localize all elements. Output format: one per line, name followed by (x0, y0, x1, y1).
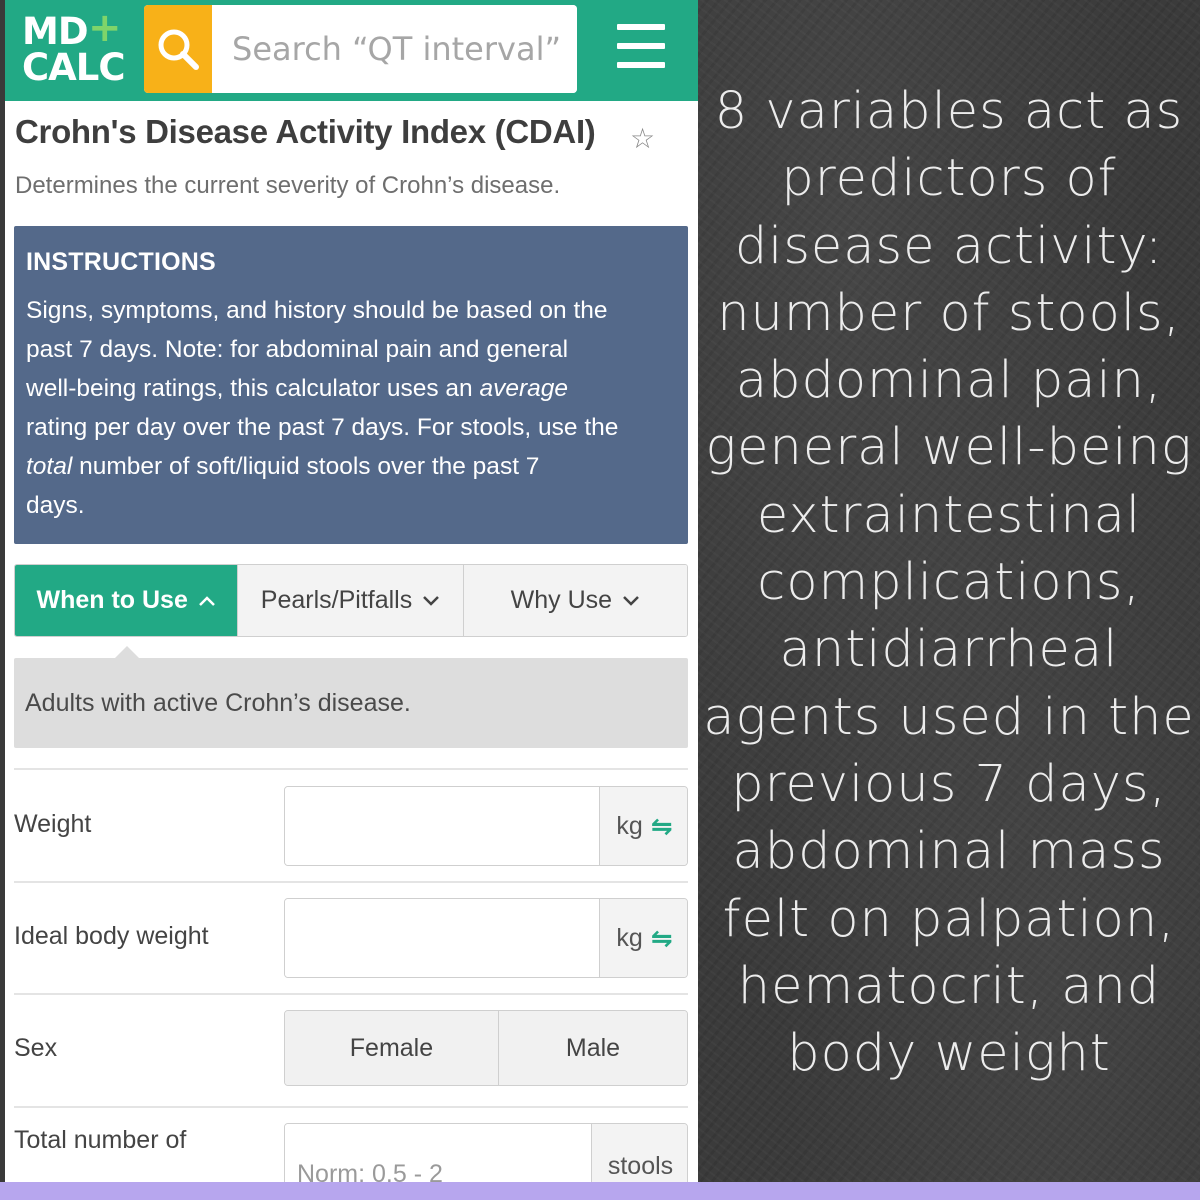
instructions-box: INSTRUCTIONS Signs, symptoms, and histor… (14, 226, 688, 544)
info-tabs: When to Use Pearls/Pitfalls Why Use (14, 564, 688, 637)
sex-selector: Female Male (284, 1010, 688, 1086)
chalkboard-line: general well-being (705, 418, 1193, 478)
unit-label: kg (616, 811, 643, 840)
search-box (144, 5, 577, 93)
search-input[interactable] (212, 5, 577, 93)
chevron-up-icon (198, 595, 215, 606)
divider (14, 768, 688, 770)
swap-units-icon: ⇋ (650, 810, 673, 841)
chalkboard-line: abdominal mass (732, 822, 1166, 882)
page-subtitle: Determines the current severity of Crohn… (15, 172, 561, 199)
instructions-text-part: well-being ratings, this calculator uses… (26, 375, 480, 402)
bottom-strip (0, 1182, 1200, 1200)
tab-pearls-pitfalls[interactable]: Pearls/Pitfalls (238, 565, 464, 636)
search-button[interactable] (144, 5, 212, 93)
swap-units-icon: ⇋ (650, 922, 673, 953)
chalkboard-line: antidiarrheal (779, 620, 1119, 680)
chalkboard-line: number of stools, (717, 283, 1181, 343)
chalkboard-line: previous 7 days, (731, 754, 1167, 814)
logo-plus-icon: + (88, 5, 122, 51)
instructions-text: Signs, symptoms, and history should be b… (26, 291, 676, 525)
logo-line-calc: CALC (22, 46, 126, 89)
chalkboard-line: body weight (787, 1024, 1111, 1084)
menu-bar (617, 43, 665, 49)
when-to-use-panel: Adults with active Crohn’s disease. (14, 658, 688, 748)
weight-unit-toggle[interactable]: kg ⇋ (599, 787, 687, 865)
menu-bar (617, 24, 665, 30)
divider (14, 881, 688, 883)
instructions-line: total number of soft/liquid stools over … (26, 447, 676, 486)
chalkboard-line: complications, (757, 553, 1141, 613)
chalkboard-line: hematocrit, and (737, 956, 1161, 1016)
instructions-line: Signs, symptoms, and history should be b… (26, 297, 608, 324)
tab-label: Pearls/Pitfalls (260, 586, 413, 614)
when-to-use-text: Adults with active Crohn’s disease. (25, 688, 411, 717)
sex-female-button[interactable]: Female (285, 1011, 499, 1085)
mdcalc-logo[interactable]: MD + CALC (22, 8, 126, 89)
mdcalc-app-panel: MD + CALC Crohn's Disease Activity Index… (5, 0, 698, 1182)
chalkboard-text: 8 variables act as predictors of disease… (698, 78, 1200, 1087)
chalkboard-line: agents used in the (703, 687, 1195, 747)
menu-bar (617, 62, 665, 68)
instructions-emphasis-average: average (479, 375, 569, 402)
chalkboard-line: abdominal pain, (735, 351, 1163, 411)
instructions-line: rating per day over the past 7 days. For… (26, 414, 619, 441)
stools-field: stools (284, 1123, 688, 1182)
stools-label: Total number of (14, 1126, 187, 1154)
weight-field: kg ⇋ (284, 786, 688, 866)
instructions-line: past 7 days. Note: for abdominal pain an… (26, 336, 569, 363)
weight-input[interactable] (285, 787, 599, 865)
page-title: Crohn's Disease Activity Index (CDAI) (15, 113, 596, 150)
chalkboard-line: felt on palpation, (722, 889, 1176, 949)
stools-input[interactable] (285, 1124, 591, 1182)
tab-pointer (115, 646, 139, 658)
ideal-weight-unit-toggle[interactable]: kg ⇋ (599, 899, 687, 977)
ideal-body-weight-field: kg ⇋ (284, 898, 688, 978)
hamburger-menu-icon[interactable] (617, 24, 665, 68)
tab-label: Why Use (510, 586, 613, 614)
ideal-body-weight-input[interactable] (285, 899, 599, 977)
weight-label: Weight (14, 810, 92, 838)
chalkboard-line: extraintestinal (756, 485, 1142, 545)
divider (14, 1106, 688, 1108)
instructions-heading: INSTRUCTIONS (26, 248, 216, 276)
chevron-down-icon (423, 595, 440, 606)
chalkboard-line: 8 variables act as (714, 82, 1184, 141)
sex-label: Sex (14, 1034, 58, 1062)
divider (14, 993, 688, 995)
favorite-star-icon[interactable]: ☆ (630, 122, 655, 155)
sex-male-button[interactable]: Male (498, 1011, 687, 1085)
top-bar: MD + CALC (5, 0, 698, 101)
ideal-body-weight-label: Ideal body weight (14, 922, 209, 950)
chalkboard-line: predictors of (781, 149, 1117, 209)
instructions-emphasis-total: total (26, 453, 73, 480)
search-icon (158, 29, 199, 70)
chevron-down-icon (623, 595, 639, 606)
instructions-text-part: number of soft/liquid stools over the pa… (72, 453, 540, 480)
stools-unit: stools (591, 1124, 687, 1182)
tab-label: When to Use (36, 586, 188, 614)
tab-when-to-use[interactable]: When to Use (15, 565, 239, 636)
instructions-line: days. (26, 492, 85, 519)
unit-label: kg (616, 923, 643, 952)
tab-why-use[interactable]: Why Use (463, 565, 687, 636)
chalkboard-panel: 8 variables act as predictors of disease… (698, 0, 1200, 1182)
chalkboard-line: disease activity: (734, 216, 1164, 276)
instructions-line: well-being ratings, this calculator uses… (26, 369, 676, 408)
